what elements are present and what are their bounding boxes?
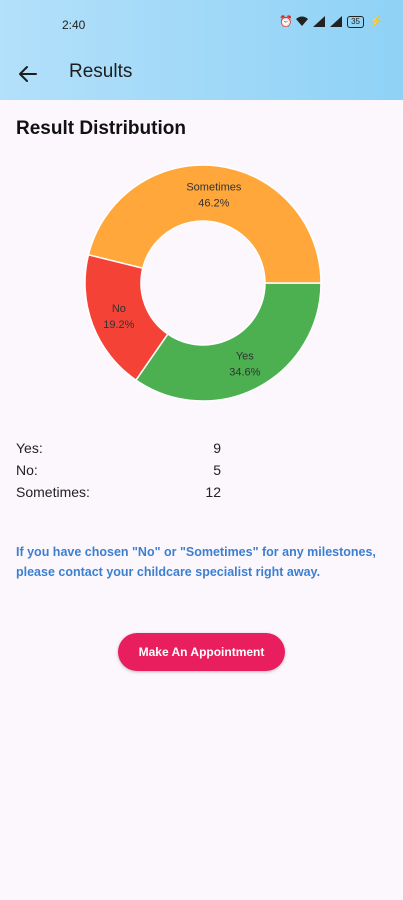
status-time: 2:40 <box>62 18 86 32</box>
count-row-sometimes: Sometimes: 12 <box>16 484 236 506</box>
count-row-no: No: 5 <box>16 462 236 484</box>
slice-label: Yes <box>236 351 254 363</box>
signal-icon <box>330 16 343 28</box>
advice-text: If you have chosen "No" or "Sometimes" f… <box>16 545 376 579</box>
wifi-icon <box>296 16 309 28</box>
count-label: Sometimes: <box>16 484 90 500</box>
charging-icon: ⚡ <box>369 16 383 28</box>
signal-icon <box>313 16 326 28</box>
donut-chart: Yes 34.6% No 19.2% Sometimes 46.2% <box>84 164 322 402</box>
battery-icon: 35 <box>347 16 364 28</box>
app-bar: 2:40 ⏰ 35 ⚡ Results <box>0 0 403 100</box>
slice-percent-label: 19.2% <box>103 319 134 331</box>
pie-slice-yes <box>134 282 322 402</box>
arrow-left-icon <box>19 66 37 82</box>
slice-percent-label: 34.6% <box>229 367 260 379</box>
status-icons: ⏰ 35 ⚡ <box>279 16 383 28</box>
count-label: No: <box>16 462 38 478</box>
count-row-yes: Yes: 9 <box>16 440 236 462</box>
page-title: Results <box>69 61 133 82</box>
counts-list: Yes: 9 No: 5 Sometimes: 12 <box>16 440 236 506</box>
count-value: 12 <box>205 484 221 500</box>
count-label: Yes: <box>16 440 43 456</box>
status-bar: 2:40 ⏰ 35 ⚡ <box>0 0 403 48</box>
alarm-icon: ⏰ <box>279 16 293 28</box>
count-value: 9 <box>213 440 221 456</box>
slice-percent-label: 46.2% <box>198 198 229 210</box>
slice-label: Sometimes <box>186 182 242 194</box>
back-button[interactable] <box>14 60 42 88</box>
slice-label: No <box>112 303 126 315</box>
section-title: Result Distribution <box>16 118 186 139</box>
make-appointment-button[interactable]: Make An Appointment <box>118 633 285 671</box>
count-value: 5 <box>213 462 221 478</box>
